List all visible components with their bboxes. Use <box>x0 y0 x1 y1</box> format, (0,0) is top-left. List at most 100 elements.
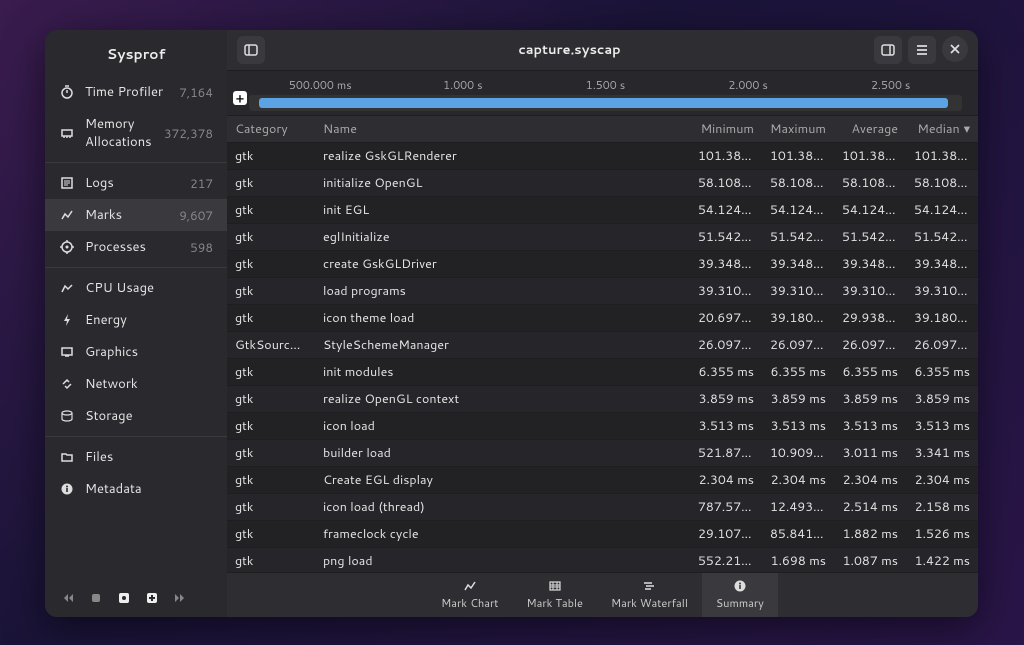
sidebar-toggle-button[interactable] <box>237 36 265 64</box>
cell-category: gtk <box>227 386 315 412</box>
table-row[interactable]: gtkinitialize OpenGL58.108 ms58.108 ms58… <box>227 170 978 197</box>
cell-max: 3.859 ms <box>762 386 834 412</box>
sidebar-item-marks[interactable]: Marks 9,607 <box>45 199 227 231</box>
table-row[interactable]: gtkbuilder load521.878 µs10.909 ms3.011 … <box>227 440 978 467</box>
tab-label: Summary <box>716 595 764 611</box>
sidebar-item-metadata[interactable]: Metadata <box>45 473 227 505</box>
secondary-pane-button[interactable] <box>874 36 902 64</box>
cell-max: 6.355 ms <box>762 359 834 385</box>
cell-category: gtk <box>227 413 315 439</box>
network-icon <box>59 376 75 392</box>
tab-mark-chart[interactable]: Mark Chart <box>427 573 512 617</box>
cell-max: 26.097 ms <box>762 332 834 358</box>
cell-category: gtk <box>227 251 315 277</box>
tab-summary[interactable]: Summary <box>702 573 778 617</box>
cell-avg: 3.513 ms <box>834 413 906 439</box>
sidebar-item-label: Logs <box>85 174 190 192</box>
table-row[interactable]: gtkCreate EGL display2.304 ms2.304 ms2.3… <box>227 467 978 494</box>
cell-max: 101.383 ms <box>762 143 834 169</box>
app-window: Sysprof Time Profiler 7,164 Memory Alloc… <box>45 30 978 617</box>
table-row[interactable]: gtkrealize GskGLRenderer101.383 ms101.38… <box>227 143 978 170</box>
stop-button[interactable] <box>87 589 105 607</box>
table-row[interactable]: gtkrealize OpenGL context3.859 ms3.859 m… <box>227 386 978 413</box>
table-row[interactable]: gtkcreate GskGLDriver39.348 ms39.348 ms3… <box>227 251 978 278</box>
sidebar-item-cpu[interactable]: CPU Usage <box>45 272 227 304</box>
cell-name: eglInitialize <box>315 224 690 250</box>
close-button[interactable] <box>942 36 968 62</box>
sidebar-item-memory[interactable]: Memory Allocations 372,378 <box>45 108 227 158</box>
table-row[interactable]: gtkicon load3.513 ms3.513 ms3.513 ms3.51… <box>227 413 978 440</box>
cell-min: 3.859 ms <box>690 386 762 412</box>
logs-icon <box>59 175 75 191</box>
tab-label: Mark Chart <box>441 595 498 611</box>
table-body[interactable]: gtkrealize GskGLRenderer101.383 ms101.38… <box>227 143 978 572</box>
table-row[interactable]: gtkload programs39.310 ms39.310 ms39.310… <box>227 278 978 305</box>
cell-median: 39.348 ms <box>906 251 978 277</box>
add-button[interactable] <box>143 589 161 607</box>
cell-min: 552.210 µs <box>690 548 762 572</box>
sidebar-item-files[interactable]: Files <box>45 441 227 473</box>
cell-name: frameclock cycle <box>315 521 690 547</box>
sidebar-item-time-profiler[interactable]: Time Profiler 7,164 <box>45 76 227 108</box>
sidebar-item-network[interactable]: Network <box>45 368 227 400</box>
column-header-category[interactable]: Category <box>227 116 315 142</box>
timeline-track[interactable] <box>249 95 962 111</box>
cell-category: gtk <box>227 197 315 223</box>
column-header-median[interactable]: Median▾ <box>906 116 978 142</box>
column-header-average[interactable]: Average <box>834 116 906 142</box>
cell-avg: 39.348 ms <box>834 251 906 277</box>
cell-median: 1.526 ms <box>906 521 978 547</box>
column-header-minimum[interactable]: Minimum <box>690 116 762 142</box>
cell-min: 787.571 µs <box>690 494 762 520</box>
sidebar-item-count: 217 <box>190 175 213 192</box>
info-icon <box>733 579 747 593</box>
forward-button[interactable] <box>171 589 189 607</box>
info-icon <box>59 481 75 497</box>
table-row[interactable]: gtkeglInitialize51.542 ms51.542 ms51.542… <box>227 224 978 251</box>
graphics-icon <box>59 344 75 360</box>
tick-label: 2.500 s <box>819 77 962 93</box>
table-row[interactable]: gtkinit EGL54.124 ms54.124 ms54.124 ms54… <box>227 197 978 224</box>
cell-category: gtk <box>227 548 315 572</box>
table-row[interactable]: gtkframeclock cycle29.107 µs85.841 ms1.8… <box>227 521 978 548</box>
cell-max: 54.124 ms <box>762 197 834 223</box>
cell-median: 3.341 ms <box>906 440 978 466</box>
tick-label: 500.000 ms <box>249 77 392 93</box>
table-row[interactable]: GtkSourceViewStyleSchemeManager26.097 ms… <box>227 332 978 359</box>
table-row[interactable]: gtkpng load552.210 µs1.698 ms1.087 ms1.4… <box>227 548 978 572</box>
tick-label: 1.500 s <box>534 77 677 93</box>
sidebar-item-label: Marks <box>85 206 179 224</box>
column-header-maximum[interactable]: Maximum <box>762 116 834 142</box>
menu-button[interactable] <box>908 36 936 64</box>
cell-median: 2.304 ms <box>906 467 978 493</box>
storage-icon <box>59 408 75 424</box>
expand-timeline-button[interactable]: + <box>233 91 247 105</box>
timeline[interactable]: 500.000 ms 1.000 s 1.500 s 2.000 s 2.500… <box>227 71 978 116</box>
table-row[interactable]: gtkicon load (thread)787.571 µs12.493 ms… <box>227 494 978 521</box>
tab-mark-table[interactable]: Mark Table <box>512 573 596 617</box>
separator <box>45 162 227 163</box>
cell-min: 29.107 µs <box>690 521 762 547</box>
sidebar-item-count: 9,607 <box>179 207 213 224</box>
column-header-name[interactable]: Name <box>315 116 690 142</box>
tab-mark-waterfall[interactable]: Mark Waterfall <box>597 573 702 617</box>
table-row[interactable]: gtkicon theme load20.697 ms39.180 ms29.9… <box>227 305 978 332</box>
cell-category: GtkSourceView <box>227 332 315 358</box>
cell-min: 6.355 ms <box>690 359 762 385</box>
sidebar-item-graphics[interactable]: Graphics <box>45 336 227 368</box>
sidebar-item-energy[interactable]: Energy <box>45 304 227 336</box>
sidebar-item-processes[interactable]: Processes 598 <box>45 231 227 263</box>
header-bar: capture.syscap <box>227 30 978 71</box>
sidebar-item-logs[interactable]: Logs 217 <box>45 167 227 199</box>
cell-max: 85.841 ms <box>762 521 834 547</box>
record-button[interactable] <box>115 589 133 607</box>
processes-icon <box>59 239 75 255</box>
rewind-button[interactable] <box>59 589 77 607</box>
table-row[interactable]: gtkinit modules6.355 ms6.355 ms6.355 ms6… <box>227 359 978 386</box>
cell-avg: 6.355 ms <box>834 359 906 385</box>
tick-label: 1.000 s <box>392 77 535 93</box>
sort-descending-icon: ▾ <box>964 120 970 138</box>
sidebar-item-storage[interactable]: Storage <box>45 400 227 432</box>
cell-avg: 3.859 ms <box>834 386 906 412</box>
cell-median: 26.097 ms <box>906 332 978 358</box>
